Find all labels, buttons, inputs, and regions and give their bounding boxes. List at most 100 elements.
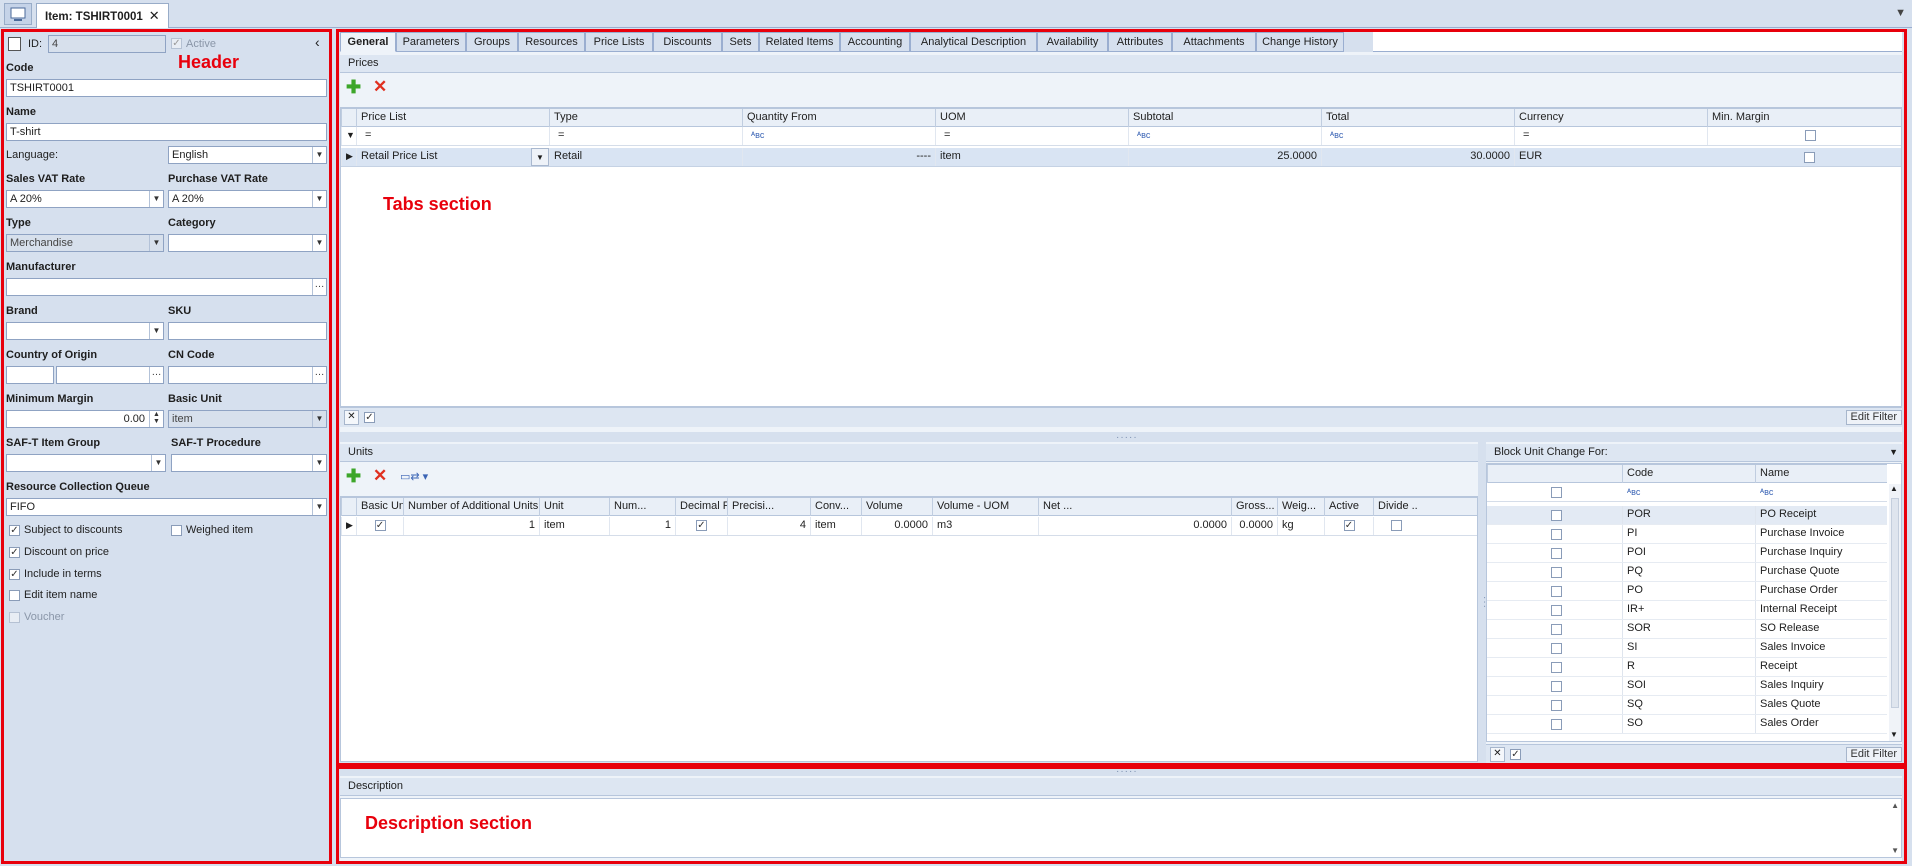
column-price-list[interactable]: Price List [356, 109, 549, 127]
min-margin-checkbox[interactable] [1804, 152, 1815, 163]
filter-icon[interactable]: ▼ [341, 127, 356, 145]
row-checkbox[interactable] [1551, 624, 1562, 635]
column-code[interactable]: Code [1622, 465, 1755, 483]
column-unit[interactable]: Unit [539, 498, 609, 516]
cell-check[interactable]: ✓ [675, 517, 727, 535]
select-all-checkbox[interactable] [1805, 130, 1816, 141]
include-terms-checkbox[interactable]: ✓ [9, 569, 20, 580]
delete-icon[interactable]: ✕ [373, 78, 387, 95]
document-tab[interactable]: Item: TSHIRT0001 ✕ [36, 3, 169, 28]
cell-precision[interactable]: 4 [727, 517, 810, 535]
saft-procedure-select[interactable]: ▼ [171, 454, 327, 472]
scroll-up-icon[interactable]: ▲ [1891, 801, 1899, 810]
dropdown-arrow-icon[interactable]: ▼ [151, 455, 165, 471]
saft-group-select[interactable]: ▼ [6, 454, 166, 472]
column-decimal-form[interactable]: Decimal Form [675, 498, 727, 516]
cell-quantity-from[interactable]: ---- [742, 148, 935, 166]
edit-item-name-checkbox[interactable] [9, 590, 20, 601]
column-name[interactable]: Name [1755, 465, 1887, 483]
cell-currency[interactable]: EUR [1514, 148, 1707, 166]
category-select[interactable]: ▼ [168, 234, 327, 252]
clear-filter-icon[interactable]: ✕ [1490, 747, 1505, 762]
column-net-[interactable]: Net ... [1038, 498, 1231, 516]
filter-cell[interactable]: = [549, 127, 742, 145]
filter-abc-icon[interactable]: ᴬʙᴄ [1760, 487, 1773, 497]
row-checkbox[interactable] [1551, 529, 1562, 540]
subject-discounts-checkbox[interactable]: ✓ [9, 525, 20, 536]
clear-filter-icon[interactable]: ✕ [344, 410, 359, 425]
queue-select[interactable]: FIFO ▼ [6, 498, 327, 516]
dropdown-arrow-icon[interactable]: ▼ [312, 147, 326, 163]
column-precisi-[interactable]: Precisi... [727, 498, 810, 516]
list-item[interactable]: PO Purchase Order [1487, 582, 1887, 601]
cell-type[interactable]: Retail [549, 148, 742, 166]
collapse-icon[interactable]: ‹ [315, 34, 320, 50]
tab-parameters[interactable]: Parameters [396, 32, 466, 52]
list-item[interactable]: PQ Purchase Quote [1487, 563, 1887, 582]
cell-gross[interactable]: 0.0000 [1231, 517, 1277, 535]
table-row[interactable]: ▶ Retail Price List ▼ Retail ---- item 25.0000… [341, 148, 1901, 167]
row-checkbox[interactable] [1551, 567, 1562, 578]
tab-price-lists[interactable]: Price Lists [585, 32, 653, 52]
column-type[interactable]: Type [549, 109, 742, 127]
row-checkbox[interactable] [1551, 548, 1562, 559]
ellipsis-icon[interactable]: … [312, 279, 326, 295]
manufacturer-field[interactable]: … [6, 278, 327, 296]
add-icon[interactable]: ✚ [346, 467, 361, 485]
dropdown-arrow-icon[interactable]: ▼ [149, 323, 163, 339]
cell-check[interactable]: ✓ [356, 517, 403, 535]
tab-general[interactable]: General [340, 32, 396, 52]
list-item[interactable]: SO Sales Order [1487, 715, 1887, 734]
row-checkbox[interactable] [1551, 605, 1562, 616]
filter-abc-icon[interactable]: ᴬʙᴄ [1627, 487, 1640, 497]
unit-conversion-icon[interactable]: ▭⇄ ▾ [400, 470, 428, 483]
tab-sets[interactable]: Sets [722, 32, 759, 52]
chevron-down-icon[interactable]: ▼ [1895, 7, 1906, 19]
list-item[interactable]: SI Sales Invoice [1487, 639, 1887, 658]
ellipsis-icon[interactable]: … [149, 367, 163, 383]
row-checkbox[interactable] [1551, 643, 1562, 654]
country-code-field[interactable] [6, 366, 54, 384]
app-menu-icon[interactable] [4, 3, 32, 25]
row-checkbox[interactable] [1551, 586, 1562, 597]
sku-field[interactable] [168, 322, 327, 340]
dropdown-arrow-icon[interactable]: ▼ [149, 191, 163, 207]
tab-groups[interactable]: Groups [466, 32, 518, 52]
scroll-up-icon[interactable]: ▲ [1890, 484, 1898, 493]
column-num-[interactable]: Num... [609, 498, 675, 516]
tab-accounting[interactable]: Accounting [840, 32, 910, 52]
dropdown-arrow-icon[interactable]: ▼ [312, 499, 326, 515]
column-volume-uom[interactable]: Volume - UOM [932, 498, 1038, 516]
list-item[interactable]: SOR SO Release [1487, 620, 1887, 639]
tab-change-history[interactable]: Change History [1256, 32, 1344, 52]
filter-abc-icon[interactable]: ᴬʙᴄ [751, 130, 764, 140]
filter-equals-icon[interactable]: = [944, 129, 950, 141]
dropdown-arrow-icon[interactable]: ▼ [312, 191, 326, 207]
column-basic-unit[interactable]: Basic Unit [356, 498, 403, 516]
row-checkbox[interactable] [1551, 510, 1562, 521]
dropdown-arrow-icon[interactable]: ▼ [312, 235, 326, 251]
tab-attributes[interactable]: Attributes [1108, 32, 1172, 52]
filter-cell[interactable]: = [356, 127, 549, 145]
block-filter-row[interactable]: ᴬʙᴄ ᴬʙᴄ [1487, 483, 1887, 502]
column-active[interactable]: Active [1324, 498, 1373, 516]
cell-volume[interactable]: 0.0000 [861, 517, 932, 535]
description-textarea[interactable]: ▲ ▼ [340, 798, 1902, 858]
language-select[interactable]: English ▼ [168, 146, 327, 164]
cell-checkbox[interactable]: ✓ [1343, 520, 1355, 531]
cell-check[interactable]: ✓ [1324, 517, 1373, 535]
cell-volume-uom[interactable]: m3 [932, 517, 1038, 535]
column-conv-[interactable]: Conv... [810, 498, 861, 516]
scroll-down-icon[interactable]: ▼ [1891, 846, 1899, 855]
row-checkbox[interactable] [1551, 681, 1562, 692]
filter-enabled-checkbox[interactable]: ✓ [1510, 749, 1521, 760]
cell-num[interactable]: 1 [609, 517, 675, 535]
delete-icon[interactable]: ✕ [373, 467, 387, 484]
edit-filter-button[interactable]: Edit Filter [1845, 410, 1902, 425]
filter-abc-icon[interactable]: ᴬʙᴄ [1330, 130, 1343, 140]
column-divide-[interactable]: Divide ... [1373, 498, 1418, 516]
close-tab-icon[interactable]: ✕ [149, 8, 160, 23]
sales-vat-select[interactable]: A 20% ▼ [6, 190, 164, 208]
column-total[interactable]: Total [1321, 109, 1514, 127]
row-checkbox[interactable] [1551, 700, 1562, 711]
